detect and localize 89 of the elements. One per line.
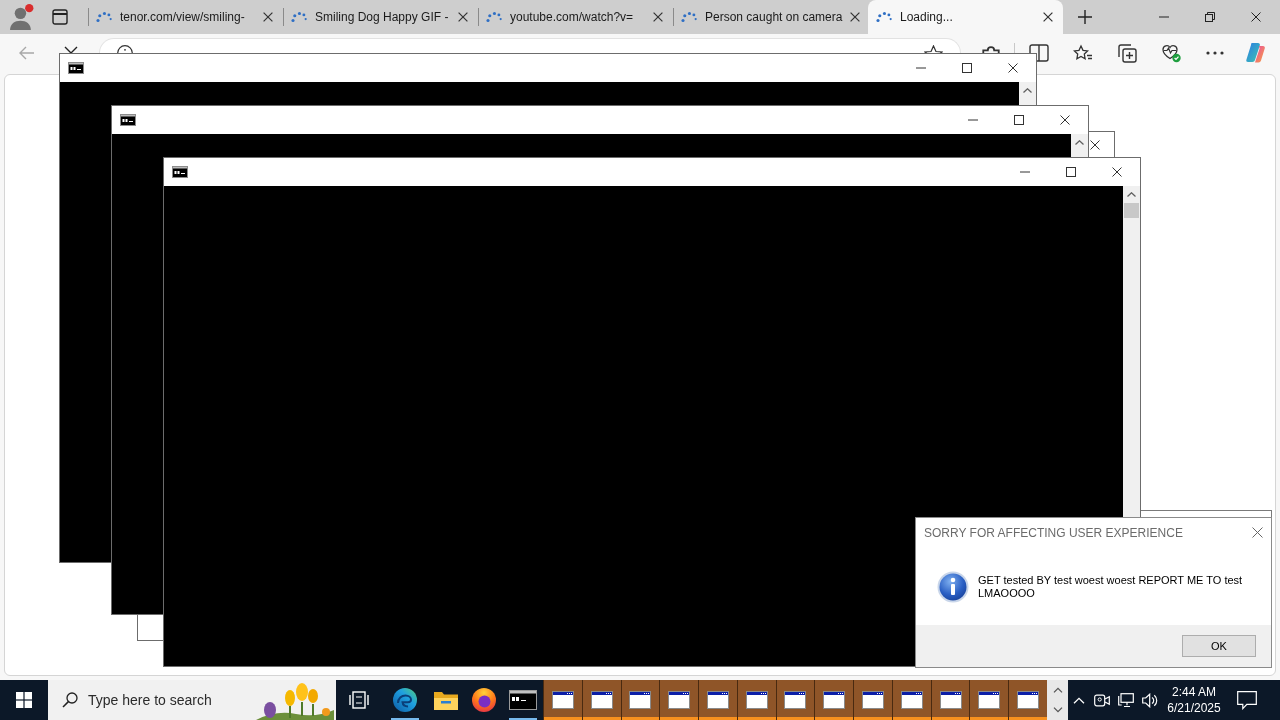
chevron-down-icon[interactable] [1052,707,1063,713]
window-icon [823,691,846,709]
close-icon[interactable] [1251,12,1261,22]
taskbar-window-button[interactable] [853,680,892,720]
collections-icon[interactable] [1117,43,1137,63]
taskbar-window-button[interactable] [659,680,699,720]
tab-actions-icon[interactable] [52,9,68,25]
maximize-icon[interactable] [1066,167,1076,177]
maximize-icon[interactable] [962,63,972,73]
taskbar-window-button[interactable] [543,680,582,720]
puzzle-icon[interactable] [982,44,1000,53]
window-icon [939,691,962,709]
taskbar-window-button[interactable] [891,680,931,720]
taskbar-window-button[interactable] [620,680,660,720]
scroll-thumb[interactable] [1124,203,1139,218]
copilot-icon[interactable] [1246,43,1266,63]
window-icon [862,691,884,709]
browser-tab[interactable]: Smiling Dog Happy GIF - [283,0,478,34]
window-icon [668,691,691,709]
window-icon [784,691,807,709]
browser-tab[interactable]: tenor.com/view/smiling- [88,0,283,34]
taskbar-window-button[interactable] [698,680,737,720]
taskbar-window-button[interactable] [969,680,1009,720]
close-icon[interactable] [263,12,273,22]
restore-icon[interactable] [1205,12,1215,22]
scroll-up-icon[interactable] [1075,140,1084,145]
terminal-icon [172,166,188,178]
edge-browser-icon [393,688,417,712]
volume-icon[interactable] [1142,692,1158,708]
search-icon [62,692,78,708]
notification-icon[interactable] [1237,690,1257,710]
dialog-title: SORRY FOR AFFECTING USER EXPERIENCE [924,525,1183,540]
spinner-icon [486,12,502,22]
star-icon[interactable] [924,45,943,54]
close-icon[interactable] [1252,527,1263,538]
close-icon[interactable] [1090,140,1100,150]
close-icon[interactable] [1112,167,1122,177]
new-tab-icon[interactable] [1078,10,1092,24]
browser-tab[interactable]: Loading... [868,0,1063,34]
info-icon [937,571,969,603]
network-icon[interactable] [1118,692,1134,708]
window-icon [978,691,1001,709]
terminal-icon [509,690,537,710]
maximize-icon[interactable] [1014,115,1024,125]
window-icon [629,691,652,709]
spinner-icon [291,12,307,22]
more-icon[interactable] [1205,51,1225,55]
window-icon [551,691,574,709]
info-icon[interactable] [117,45,133,53]
taskbar-window-button[interactable] [1008,680,1047,720]
window-icon [590,691,613,709]
windows-logo-icon[interactable] [16,692,32,708]
taskbar-window-button[interactable] [775,680,815,720]
spinner-icon [876,12,892,22]
heart-pulse-icon[interactable] [1161,43,1181,63]
search-field[interactable]: Type here to search [48,680,336,720]
scroll-up-icon[interactable] [1023,88,1032,93]
close-icon[interactable] [1008,63,1018,73]
taskbar-window-button[interactable] [814,680,854,720]
task-view-icon [349,691,369,709]
firefox-icon [471,688,496,712]
close-icon[interactable] [653,12,663,22]
dialog-message: GET tested BY test woest woest REPORT ME TO test LMAOOOO [978,574,1244,600]
close-icon[interactable] [850,12,861,22]
close-icon[interactable] [1060,115,1070,125]
clock-date[interactable]: 6/21/2025 [1167,700,1221,716]
window-icon [706,691,729,709]
scroll-up-icon[interactable] [1127,192,1136,197]
taskbar-window-button[interactable] [736,680,776,720]
taskbar-window-button[interactable] [581,680,621,720]
browser-tab[interactable]: youtube.com/watch?v= [478,0,673,34]
taskbar-window-button[interactable] [930,680,970,720]
close-icon[interactable] [458,12,468,22]
spinner-icon [96,12,112,22]
clock-time[interactable]: 2:44 AM [1172,684,1216,700]
window-icon [1017,691,1040,709]
favorites-icon[interactable] [1073,43,1093,63]
folder-icon [434,690,458,710]
window-icon [745,691,768,709]
camera-icon[interactable] [1094,692,1110,708]
split-screen-icon[interactable] [1029,43,1049,63]
terminal-icon [68,62,84,74]
terminal-icon [120,114,136,126]
close-icon[interactable] [1043,12,1053,22]
profile-avatar-icon[interactable] [10,4,34,30]
window-icon [900,691,923,709]
browser-tab[interactable]: Person caught on camera [673,0,868,34]
ok-button[interactable]: OK [1182,635,1256,657]
spinner-icon [681,12,697,22]
